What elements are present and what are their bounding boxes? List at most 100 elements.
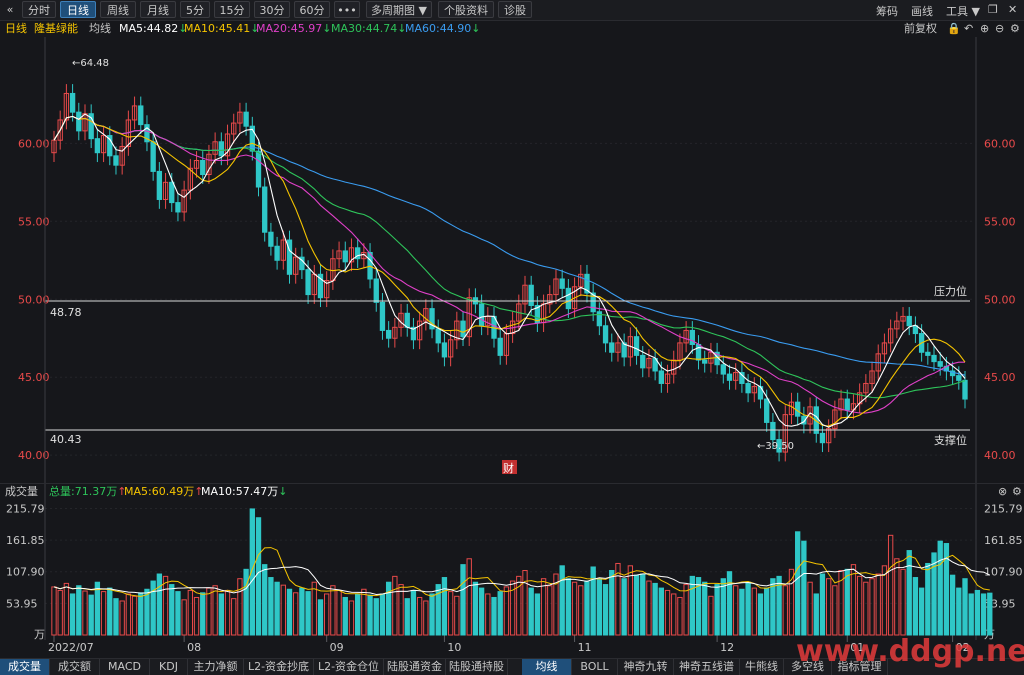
volume-bar (844, 568, 850, 636)
volume-bar (441, 577, 448, 636)
undo-icon[interactable]: ↶ (964, 20, 973, 37)
period-tab-intraday[interactable]: 分时 (22, 1, 56, 18)
candle-body (658, 370, 665, 384)
volume-tick-left: 161.85 (6, 534, 45, 547)
volume-bar (825, 578, 832, 636)
stock-profile-button[interactable]: 个股资料 (438, 1, 494, 18)
tab-3[interactable]: KDJ (150, 659, 188, 675)
tab-7[interactable]: 陆股通资金 (384, 659, 446, 675)
down-arrow-icon: ↓ (278, 485, 288, 498)
volume-bar (224, 589, 231, 636)
candle-body (243, 111, 249, 127)
chips-button[interactable]: 筹码 (876, 3, 898, 19)
settings-icon[interactable]: ⚙ (1010, 20, 1020, 37)
period-tab-5min[interactable]: 5分 (180, 1, 210, 18)
volume-bar (175, 591, 181, 636)
tab-6[interactable]: L2-资金仓位 (314, 659, 384, 675)
candle-body (113, 155, 119, 166)
lock-icon[interactable]: 🔒 (947, 20, 961, 37)
candle-body (478, 303, 485, 327)
volume-bar (974, 589, 981, 636)
period-tab-30min[interactable]: 30分 (254, 1, 290, 18)
volume-bar (367, 594, 373, 636)
draw-line-button[interactable]: 画线 (911, 3, 933, 19)
tab-8[interactable]: 陆股通持股 (446, 659, 508, 675)
tab-11[interactable]: 神奇九转 (618, 659, 674, 675)
indicator-type-label[interactable]: 均线 (89, 20, 111, 37)
volume-title[interactable]: 成交量 (5, 484, 38, 500)
candle-body (962, 379, 968, 400)
tab-12[interactable]: 神奇五线谱 (674, 659, 740, 675)
period-tab-daily[interactable]: 日线 (60, 1, 96, 18)
candle-body (720, 364, 726, 375)
event-marker[interactable]: 财 (503, 461, 514, 475)
volume-legend: 成交量 总量:71.37万↑ MA5:60.49万↑ MA10:57.47万↓ … (0, 483, 1024, 500)
tab-9[interactable]: 均线 (522, 659, 572, 675)
candle-body (218, 141, 224, 157)
volume-bar (733, 585, 739, 636)
candle-body (633, 336, 640, 356)
zoom-in-icon[interactable]: ⊕ (980, 20, 989, 37)
volume-bar (237, 578, 243, 636)
tab-5[interactable]: L2-资金抄底 (244, 659, 314, 675)
volume-bar (206, 587, 212, 636)
volume-bar (782, 585, 788, 636)
period-tab-60min[interactable]: 60分 (294, 1, 330, 18)
volume-bar (423, 600, 429, 636)
candle-body (156, 170, 163, 200)
volume-bar (63, 582, 70, 636)
multi-period-dropdown[interactable]: 多周期图 ▼ (366, 1, 432, 18)
candle-body (956, 375, 962, 381)
volume-bar (131, 595, 138, 636)
candle-body (76, 111, 82, 132)
tab-13[interactable]: 牛熊线 (740, 659, 784, 675)
volume-bar (243, 568, 249, 636)
volume-bar (658, 587, 665, 636)
candle-body (342, 250, 348, 263)
candle-body (373, 278, 379, 303)
volume-bar (212, 585, 218, 636)
period-label: 日线 (5, 22, 27, 35)
stock-chart[interactable]: 48.78 压力位 40.43 支撑位 ←64.48 ←39.50 财 60.0… (0, 37, 1024, 657)
tab-2[interactable]: MACD (100, 659, 150, 675)
volume-bar (596, 578, 603, 636)
restore-window-icon[interactable]: ❐ (988, 3, 998, 16)
diagnose-button[interactable]: 诊股 (498, 1, 532, 18)
volume-bar (918, 587, 925, 636)
volume-bar (491, 596, 497, 636)
volume-bar (305, 591, 311, 636)
price-tick-right: 40.00 (984, 449, 1016, 462)
volume-bar (621, 578, 627, 636)
volume-bar (268, 577, 274, 636)
period-tab-15min[interactable]: 15分 (214, 1, 250, 18)
tab-1[interactable]: 成交额 (50, 659, 100, 675)
volume-bar (540, 578, 547, 636)
close-panel-icon[interactable]: ⊗ (998, 484, 1007, 500)
panel-settings-icon[interactable]: ⚙ (1012, 484, 1022, 500)
candle-body (844, 398, 850, 411)
ma20-value: MA20:45.97↓ (256, 22, 332, 35)
volume-bar (590, 566, 596, 636)
x-tick-label: 08 (187, 641, 201, 654)
volume-bar (200, 592, 206, 636)
volume-bar (274, 581, 280, 636)
price-tick-right: 45.00 (984, 371, 1016, 384)
volume-bar (262, 564, 268, 636)
tools-dropdown[interactable]: 工具 ▼ (946, 3, 980, 19)
period-tab-weekly[interactable]: 周线 (100, 1, 136, 18)
collapse-icon[interactable]: « (2, 1, 18, 18)
down-arrow-icon: ↓ (471, 22, 481, 35)
adjust-mode-button[interactable]: 前复权 (904, 20, 937, 37)
close-icon[interactable]: ✕ (1008, 3, 1017, 16)
candle-body (69, 92, 76, 113)
volume-bar (894, 558, 900, 636)
tab-0[interactable]: 成交量 (0, 659, 50, 675)
more-periods-button[interactable]: ••• (334, 1, 360, 18)
tab-10[interactable]: BOLL (572, 659, 618, 675)
zoom-out-icon[interactable]: ⊖ (995, 20, 1004, 37)
period-tab-monthly[interactable]: 月线 (140, 1, 176, 18)
volume-bar (689, 575, 695, 636)
volume-bar (578, 585, 584, 636)
tab-4[interactable]: 主力净额 (188, 659, 244, 675)
candle-body (931, 354, 937, 363)
